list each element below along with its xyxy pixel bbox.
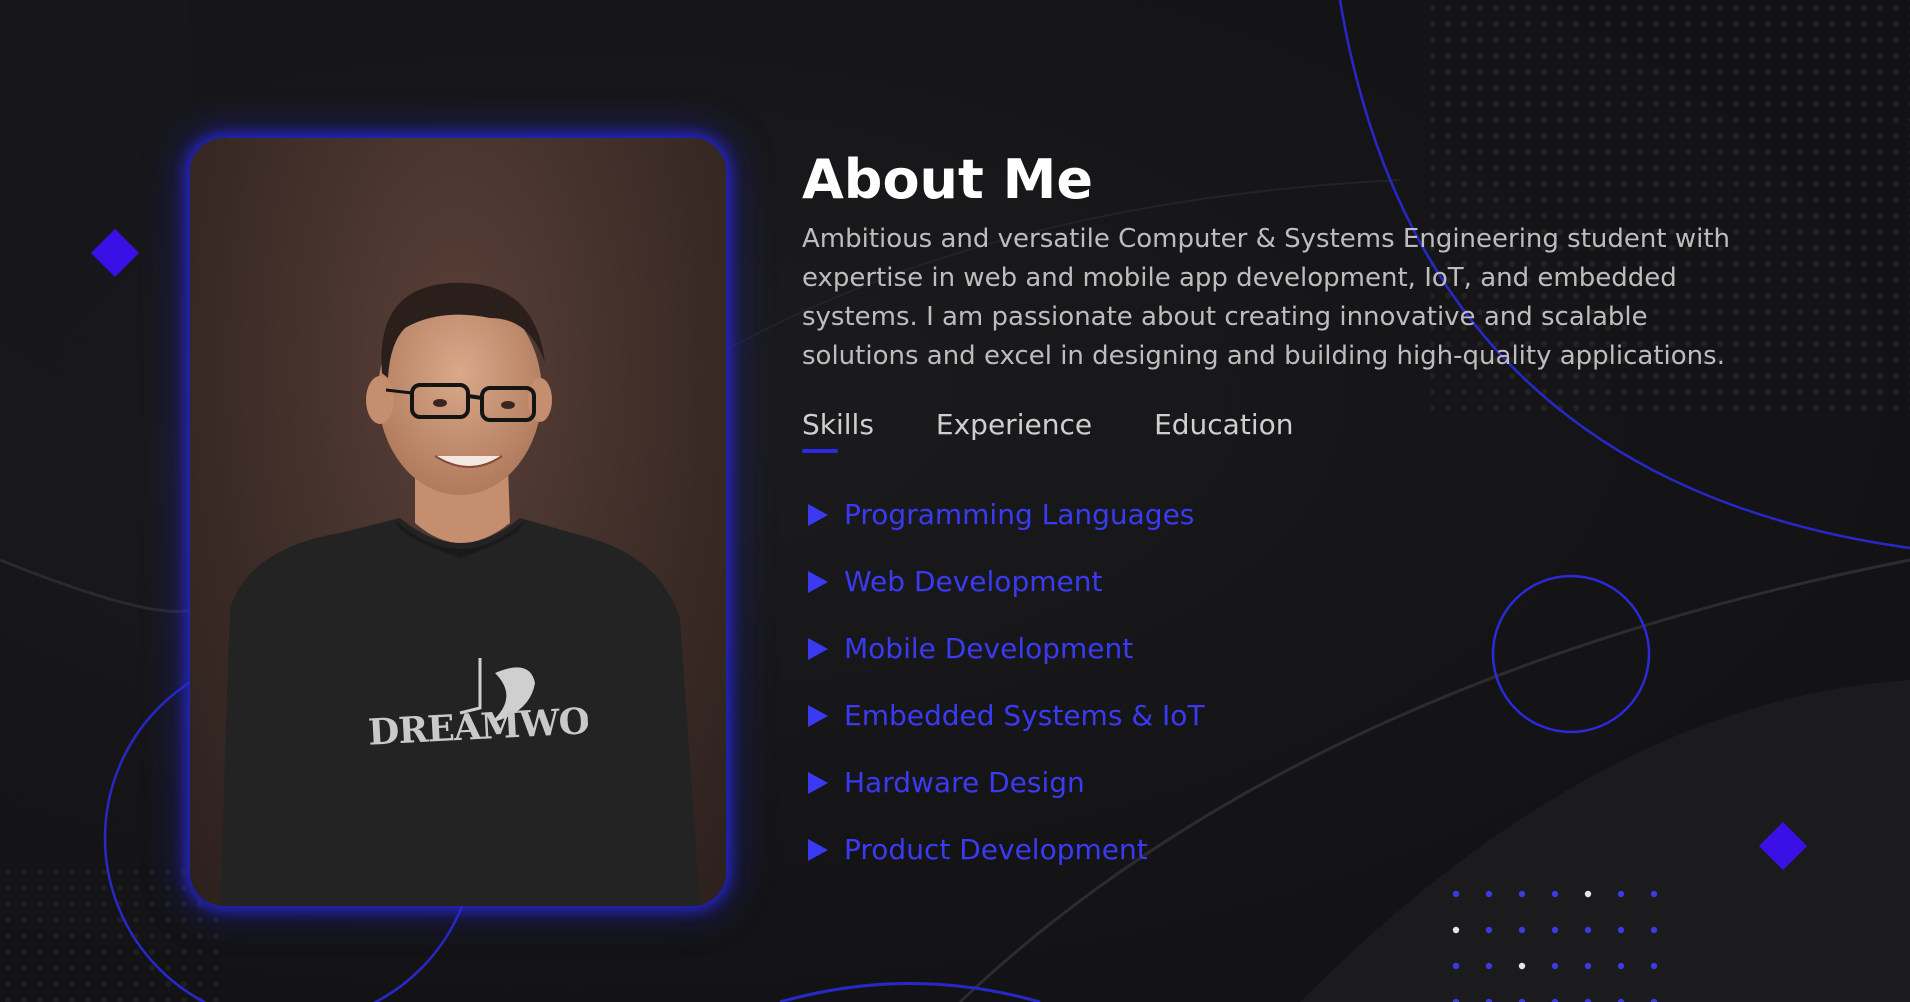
grid-dot — [1584, 926, 1592, 934]
skill-item-web-development[interactable]: Web Development — [802, 548, 1762, 615]
play-triangle-icon — [808, 637, 828, 660]
skill-item-programming-languages[interactable]: Programming Languages — [802, 481, 1762, 548]
grid-dot — [1518, 890, 1526, 898]
skill-label: Embedded Systems & IoT — [844, 699, 1205, 732]
about-description: Ambitious and versatile Computer & Syste… — [802, 224, 1730, 371]
grid-dot — [1584, 962, 1592, 970]
grid-dot — [1518, 926, 1526, 934]
play-triangle-icon — [808, 771, 828, 794]
skill-label: Hardware Design — [844, 766, 1085, 799]
grid-dot — [1650, 890, 1658, 898]
person-illustration — [220, 282, 700, 906]
skill-label: Programming Languages — [844, 498, 1195, 531]
skill-item-embedded-systems-iot[interactable]: Embedded Systems & IoT — [802, 682, 1762, 749]
play-triangle-icon — [808, 704, 828, 727]
skill-item-hardware-design[interactable]: Hardware Design — [802, 749, 1762, 816]
grid-dot — [1617, 962, 1625, 970]
tab-education[interactable]: Education — [1154, 408, 1293, 453]
about-content: About Me Ambitious and versatile Compute… — [802, 140, 1762, 883]
skill-label: Mobile Development — [844, 632, 1134, 665]
tab-bar: Skills Experience Education — [802, 408, 1762, 453]
grid-dot — [1650, 926, 1658, 934]
grid-dot — [1452, 926, 1460, 934]
grid-dot — [1518, 962, 1526, 970]
skill-item-mobile-development[interactable]: Mobile Development — [802, 615, 1762, 682]
page-title: About Me — [802, 148, 1093, 211]
grid-dot — [1485, 890, 1493, 898]
play-triangle-icon — [808, 503, 828, 526]
tab-skills[interactable]: Skills — [802, 408, 874, 453]
skill-label: Product Development — [844, 833, 1148, 866]
grid-dot — [1551, 926, 1559, 934]
grid-dot — [1485, 926, 1493, 934]
skill-label: Web Development — [844, 565, 1103, 598]
grid-dot — [1617, 890, 1625, 898]
grid-dot — [1551, 890, 1559, 898]
dot-grid-decoration — [1452, 890, 1658, 1002]
grid-dot — [1617, 926, 1625, 934]
skills-list: Programming Languages Web Development Mo… — [802, 481, 1762, 883]
grid-dot — [1452, 890, 1460, 898]
grid-dot — [1650, 962, 1658, 970]
profile-photo: DREAMWORKS — [190, 138, 726, 906]
grid-dot — [1452, 962, 1460, 970]
grid-dot — [1551, 962, 1559, 970]
play-triangle-icon — [808, 838, 828, 861]
about-section: DREAMWORKS About Me Ambitious and versat… — [0, 0, 1910, 1002]
play-triangle-icon — [808, 570, 828, 593]
tab-experience[interactable]: Experience — [936, 408, 1092, 453]
grid-dot — [1584, 890, 1592, 898]
skill-item-product-development[interactable]: Product Development — [802, 816, 1762, 883]
grid-dot — [1485, 962, 1493, 970]
